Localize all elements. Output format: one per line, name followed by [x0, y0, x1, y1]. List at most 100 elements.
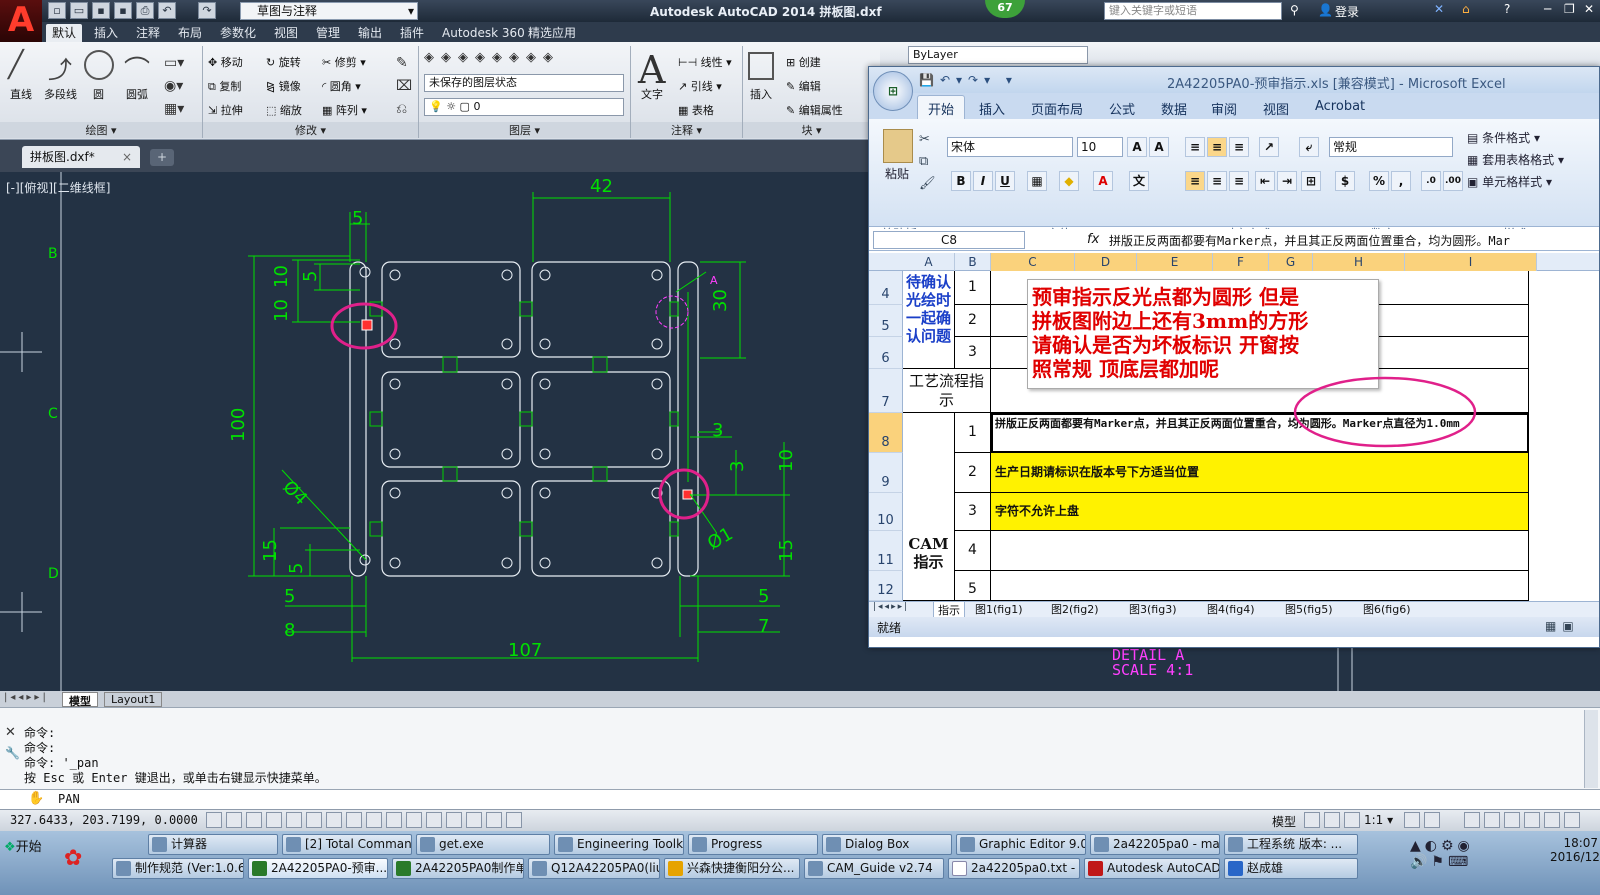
- taskbar-item[interactable]: 兴森快捷衡阳分公...: [664, 858, 800, 879]
- document-tab[interactable]: 拼板图.dxf* ×: [22, 146, 140, 168]
- workspace-select[interactable]: 草图与注释 ▾: [240, 2, 418, 20]
- tab-view[interactable]: 视图: [268, 24, 304, 42]
- row-header[interactable]: 5: [869, 305, 903, 337]
- application-menu-button[interactable]: A: [0, 0, 42, 42]
- tab-insert[interactable]: 插入: [88, 24, 124, 42]
- qp-icon[interactable]: [426, 812, 442, 828]
- insert-button[interactable]: 插入: [750, 86, 772, 102]
- row-header[interactable]: 10: [869, 493, 903, 531]
- snap-icon[interactable]: [206, 812, 222, 828]
- excel-tab-page-layout[interactable]: 页面布局: [1031, 99, 1083, 118]
- grow-font-icon[interactable]: A: [1127, 137, 1147, 157]
- cell-a-cam[interactable]: CAM指示: [903, 413, 955, 601]
- anno-icon[interactable]: [486, 812, 502, 828]
- column-header[interactable]: E: [1137, 253, 1213, 271]
- cell-b11[interactable]: 4: [955, 531, 991, 571]
- sheet-tab[interactable]: 图6(fig6): [1363, 601, 1411, 617]
- print-icon[interactable]: ⎙: [136, 2, 154, 19]
- text-button[interactable]: 文字: [641, 86, 663, 102]
- wrap-text-icon[interactable]: ⤶: [1299, 137, 1319, 157]
- border-icon[interactable]: ▦: [1027, 171, 1047, 191]
- undo-icon[interactable]: ↶: [158, 2, 176, 19]
- bulb-icon[interactable]: [1544, 812, 1560, 828]
- create-block-button[interactable]: ⊞ 创建: [786, 54, 821, 70]
- panel-annotation[interactable]: 注释 ▾: [631, 122, 742, 138]
- lwt-icon[interactable]: [386, 812, 402, 828]
- close-icon[interactable]: ✕: [5, 725, 16, 740]
- coordinates-readout[interactable]: 327.6433, 203.7199, 0.0000: [10, 813, 198, 827]
- arc-button[interactable]: 圆弧: [126, 86, 148, 102]
- column-header[interactable]: F: [1213, 253, 1269, 271]
- layout-icon[interactable]: [1304, 812, 1320, 828]
- quick-access-icons[interactable]: 💾↶▾↷▾ ▾: [919, 73, 1018, 87]
- array-button[interactable]: ▦ 阵列 ▾: [322, 102, 367, 118]
- taskbar-item[interactable]: [2] Total Commande...: [282, 834, 412, 855]
- sheet-nav-icons[interactable]: |◂◂▸▸|: [873, 602, 909, 612]
- increase-indent-icon[interactable]: ⇥: [1277, 171, 1297, 191]
- panel-block[interactable]: 块 ▾: [743, 122, 880, 138]
- taskbar-item[interactable]: Autodesk AutoCAD ...: [1084, 858, 1220, 879]
- view-mode-icons[interactable]: ▦▣: [1545, 619, 1580, 633]
- save-as-icon[interactable]: ▪: [114, 2, 132, 19]
- paste-button[interactable]: 粘贴: [885, 165, 909, 182]
- cell-b5[interactable]: 2: [955, 305, 991, 337]
- tab-manage[interactable]: 管理: [310, 24, 346, 42]
- stretch-button[interactable]: ⇲ 拉伸: [208, 102, 243, 118]
- cell-b10[interactable]: 3: [955, 493, 991, 531]
- row-header[interactable]: 11: [869, 531, 903, 571]
- app-launcher-icon[interactable]: ✿: [64, 846, 82, 871]
- row-header[interactable]: 7: [869, 369, 903, 413]
- close-icon[interactable]: ✕: [1584, 2, 1594, 16]
- align-middle-icon[interactable]: ≡: [1207, 137, 1227, 157]
- underline-icon[interactable]: U: [995, 171, 1015, 191]
- color-select[interactable]: ByLayer: [908, 46, 1088, 64]
- layer-state-select[interactable]: 未保存的图层状态: [424, 74, 624, 92]
- search-input[interactable]: 键入关键字或短语: [1104, 2, 1282, 20]
- tab-autodesk-360[interactable]: Autodesk 360: [436, 24, 531, 42]
- taskbar-item[interactable]: Dialog Box: [822, 834, 952, 855]
- font-name-select[interactable]: 宋体: [947, 137, 1073, 157]
- layout-nav-icons[interactable]: |◂◂▸▸|: [4, 692, 49, 703]
- bold-icon[interactable]: B: [951, 171, 971, 191]
- taskbar-item[interactable]: Engineering Toolkit ...: [554, 834, 684, 855]
- edit-block-button[interactable]: ✎ 编辑: [786, 78, 821, 94]
- sheet-tab[interactable]: 图3(fig3): [1129, 601, 1177, 617]
- copy-button[interactable]: ⧉ 复制: [208, 78, 241, 94]
- tab-model[interactable]: 模型: [62, 692, 98, 708]
- minimize-icon[interactable]: ─: [1544, 2, 1551, 16]
- taskbar-item[interactable]: 赵成雄: [1224, 858, 1358, 879]
- font-size-select[interactable]: 10: [1077, 137, 1123, 157]
- taskbar-item[interactable]: Q12A42205PA0(liuw...: [528, 858, 660, 879]
- restore-icon[interactable]: ❐: [1564, 2, 1575, 16]
- grid-icon[interactable]: [226, 812, 242, 828]
- trim-button[interactable]: ✂ 修剪 ▾: [322, 54, 366, 70]
- osnap-icon[interactable]: [286, 812, 302, 828]
- viewport-label[interactable]: [-][俯视][二维线框]: [6, 179, 110, 196]
- excel-tab-acrobat[interactable]: Acrobat: [1315, 99, 1365, 114]
- circle-button[interactable]: 圆: [93, 86, 104, 102]
- row-header[interactable]: 4: [869, 271, 903, 305]
- layer-tool-icons[interactable]: ◈◈◈◈◈◈◈◈: [424, 50, 560, 65]
- login-link[interactable]: 登录: [1335, 3, 1359, 20]
- clipboard-icons[interactable]: ✂ ⧉ 🖌: [919, 129, 936, 195]
- tab-layout1[interactable]: Layout1: [104, 692, 163, 707]
- am-icon[interactable]: [466, 812, 482, 828]
- row-header[interactable]: 12: [869, 571, 903, 601]
- annotation-visibility-icon[interactable]: [1404, 812, 1420, 828]
- excel-tab-data[interactable]: 数据: [1161, 99, 1187, 118]
- comma-icon[interactable]: ,: [1391, 171, 1411, 191]
- phonetic-icon[interactable]: 文: [1129, 171, 1149, 191]
- increase-decimal-icon[interactable]: .0: [1421, 171, 1441, 191]
- cell-b8[interactable]: 1: [955, 413, 991, 453]
- tab-home[interactable]: 默认: [46, 24, 83, 42]
- tab-featured-apps[interactable]: 精选应用: [522, 24, 582, 42]
- taskbar-item[interactable]: 2a42205pa0.txt - 记...: [948, 858, 1080, 879]
- panel-draw[interactable]: 绘图 ▾: [0, 122, 202, 138]
- tab-layout[interactable]: 布局: [172, 24, 208, 42]
- conditional-format-button[interactable]: ▤ 条件格式 ▾: [1467, 129, 1540, 146]
- sc-icon[interactable]: [446, 812, 462, 828]
- plus-icon[interactable]: [506, 812, 522, 828]
- save-icon[interactable]: ▪: [92, 2, 110, 19]
- taskbar-item[interactable]: CAM_Guide v2.74: [804, 858, 944, 879]
- taskbar-item[interactable]: 制作规范 (Ver:1.0.6): [112, 858, 244, 879]
